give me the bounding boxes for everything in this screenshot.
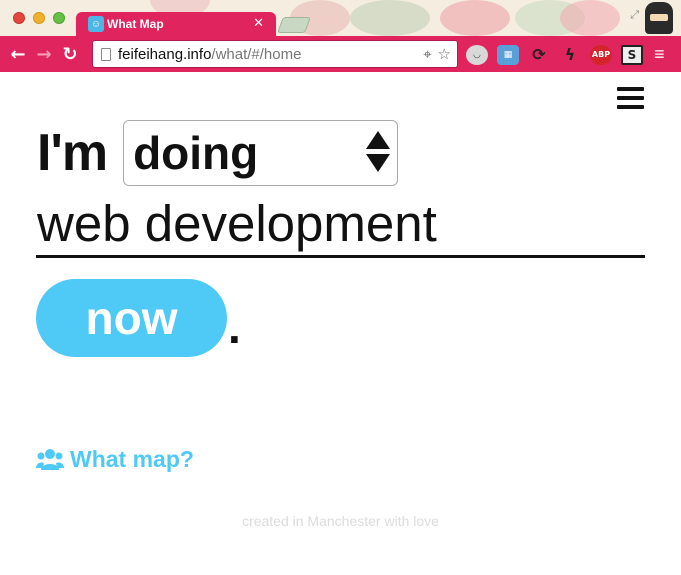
- prefix-text: I'm: [37, 124, 108, 182]
- sentence-line-1: I'm doing: [37, 120, 399, 186]
- tab-close-icon[interactable]: ✕: [253, 16, 264, 31]
- ninja-avatar-icon[interactable]: [645, 2, 673, 34]
- back-icon[interactable]: ←: [5, 44, 31, 65]
- select-arrows-icon: [366, 131, 391, 172]
- tab-title: What Map: [107, 17, 164, 31]
- sync-icon[interactable]: ⟳: [528, 45, 550, 65]
- url-path: /what/#/home: [211, 45, 302, 63]
- window-minimize-button[interactable]: [33, 12, 45, 24]
- forward-icon[interactable]: →: [31, 44, 57, 65]
- now-button[interactable]: now: [36, 279, 227, 357]
- adblock-icon[interactable]: ABP: [590, 44, 612, 65]
- fullscreen-icon[interactable]: ⤢: [630, 8, 639, 22]
- browser-menu-icon[interactable]: ≡: [654, 44, 665, 65]
- reload-icon[interactable]: ↻: [57, 44, 83, 65]
- verb-select-value: doing: [133, 127, 259, 179]
- page-content: I'm doing now . What map? created in Man…: [0, 72, 681, 575]
- page-icon: [101, 47, 111, 61]
- bolt-icon[interactable]: ϟ: [559, 45, 581, 65]
- window-maximize-button[interactable]: [53, 12, 65, 24]
- location-icon[interactable]: ⌖: [423, 45, 431, 63]
- bookmark-star-icon[interactable]: ☆: [438, 45, 451, 63]
- new-tab-button[interactable]: [277, 17, 311, 33]
- tabs-icon[interactable]: ▦: [497, 44, 519, 65]
- floral-decoration: [440, 0, 510, 36]
- pocket-icon[interactable]: ◡: [466, 44, 488, 65]
- what-map-link[interactable]: What map?: [36, 446, 194, 473]
- users-icon: [36, 448, 64, 470]
- activity-input[interactable]: [36, 192, 645, 258]
- tab-favicon-icon: ☺: [88, 16, 104, 32]
- url-host: feifeihang.info: [118, 45, 212, 63]
- period-text: .: [228, 301, 241, 353]
- browser-toolbar: ← → ↻ feifeihang.info/what/#/home ⌖ ☆ ◡ …: [0, 36, 681, 72]
- address-bar[interactable]: feifeihang.info/what/#/home ⌖ ☆: [92, 40, 458, 68]
- s-extension-icon[interactable]: S: [621, 44, 643, 65]
- footer-text: created in Manchester with love: [242, 513, 439, 529]
- verb-select[interactable]: doing: [123, 120, 399, 186]
- window-close-button[interactable]: [13, 12, 25, 24]
- what-map-label: What map?: [70, 446, 194, 472]
- browser-titlebar: ☺ What Map ✕ ⤢: [0, 0, 681, 36]
- floral-decoration: [560, 0, 620, 36]
- floral-decoration: [350, 0, 430, 36]
- tab-what-map[interactable]: ☺ What Map ✕: [76, 12, 276, 36]
- sentence-line-3: now .: [36, 279, 241, 357]
- hamburger-menu-icon[interactable]: [617, 87, 644, 109]
